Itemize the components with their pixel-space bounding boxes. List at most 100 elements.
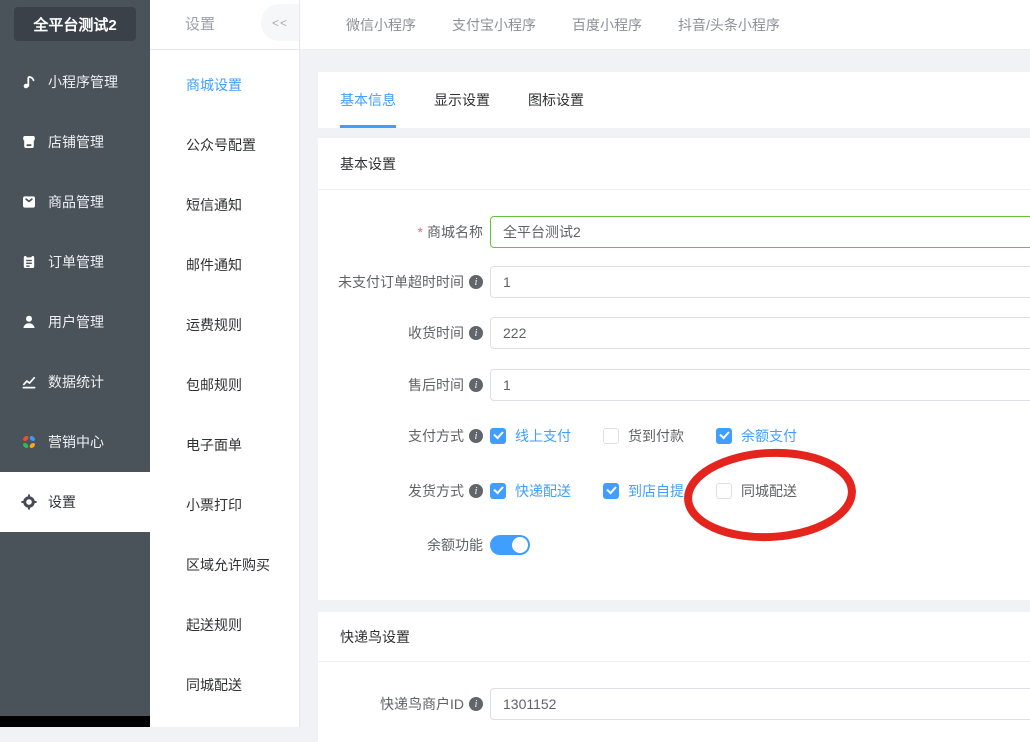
submenu-list: 商城设置 公众号配置 短信通知 邮件通知 运费规则 包邮规则 电子面单 小票打印… — [150, 55, 299, 715]
sidebar-item-label: 数据统计 — [48, 372, 104, 392]
submenu-item-min-order-rules[interactable]: 起送规则 — [150, 595, 299, 655]
submenu-item-email-notify[interactable]: 邮件通知 — [150, 235, 299, 295]
submenu-item-receipt-print[interactable]: 小票打印 — [150, 475, 299, 535]
sidebar-item-label: 设置 — [48, 492, 76, 512]
pay-method-label-wrap: 支付方式 i — [318, 426, 483, 446]
sidebar-item-label: 店铺管理 — [48, 132, 104, 152]
unpaid-timeout-input[interactable] — [490, 266, 1030, 298]
checkbox-online-pay[interactable]: 线上支付 — [490, 426, 571, 446]
sidebar-item-label: 订单管理 — [48, 252, 104, 272]
sidebar-bottom-strip — [0, 716, 150, 727]
delivery-method-row: 发货方式 i 快递配送 到店自提 同城配送 — [318, 475, 1030, 507]
pay-method-label: 支付方式 — [408, 426, 464, 446]
mall-name-label-wrap: 商城名称 — [318, 222, 483, 242]
mall-name-row: 商城名称 — [318, 216, 1030, 248]
submenu-item-official-account-config[interactable]: 公众号配置 — [150, 115, 299, 175]
basic-settings-card: 基本设置 商城名称 未支付订单超时时间 i 收货时间 i 售后时间 i — [318, 138, 1030, 600]
balance-feature-toggle-on[interactable] — [490, 535, 530, 555]
unpaid-timeout-label-wrap: 未支付订单超时时间 i — [318, 272, 483, 292]
checkbox-balance-pay[interactable]: 余额支付 — [716, 426, 797, 446]
submenu-item-mall-settings[interactable]: 商城设置 — [150, 55, 299, 115]
kdniao-merchant-id-label-wrap: 快递鸟商户ID i — [318, 694, 483, 714]
sidebar-item-marketing[interactable]: 营销中心 — [0, 412, 150, 472]
section-title-kdniao: 快递鸟设置 — [318, 612, 1030, 662]
checkbox-cod-pay[interactable]: 货到付款 — [603, 426, 684, 446]
main-menu: 小程序管理 店铺管理 商品管理 订单管理 用户管理 — [0, 52, 150, 532]
mall-name-input[interactable] — [490, 216, 1030, 248]
balance-feature-row: 余额功能 — [318, 529, 1030, 561]
checkbox-checked-icon — [716, 428, 732, 444]
kdniao-settings-card: 快递鸟设置 快递鸟商户ID i — [318, 612, 1030, 742]
kdniao-merchant-id-input[interactable] — [490, 688, 1030, 720]
sidebar-item-miniprogram[interactable]: 小程序管理 — [0, 52, 150, 112]
checkbox-express-delivery[interactable]: 快递配送 — [490, 481, 571, 501]
submenu-item-shipping-fee-rules[interactable]: 运费规则 — [150, 295, 299, 355]
checkbox-checked-icon — [490, 428, 506, 444]
sidebar-item-settings[interactable]: 设置 — [0, 472, 150, 532]
balance-feature-label-wrap: 余额功能 — [318, 535, 483, 555]
receive-time-label-wrap: 收货时间 i — [318, 323, 483, 343]
mall-name-label: 商城名称 — [427, 222, 483, 242]
info-icon[interactable]: i — [469, 326, 483, 340]
tab-display-settings[interactable]: 显示设置 — [434, 72, 490, 128]
platform-tabs-bar: 微信小程序 支付宝小程序 百度小程序 抖音/头条小程序 — [300, 0, 1030, 50]
delivery-method-label-wrap: 发货方式 i — [318, 481, 483, 501]
receive-time-input[interactable] — [490, 317, 1030, 349]
aftersale-time-label-wrap: 售后时间 i — [318, 375, 483, 395]
submenu-item-city-delivery[interactable]: 同城配送 — [150, 655, 299, 715]
sidebar-item-users[interactable]: 用户管理 — [0, 292, 150, 352]
info-icon[interactable]: i — [469, 484, 483, 498]
checkbox-unchecked-icon — [603, 428, 619, 444]
submenu-item-region-purchase[interactable]: 区域允许购买 — [150, 535, 299, 595]
info-icon[interactable]: i — [469, 697, 483, 711]
sidebar-item-label: 商品管理 — [48, 192, 104, 212]
info-icon[interactable]: i — [469, 429, 483, 443]
sidebar-item-goods[interactable]: 商品管理 — [0, 172, 150, 232]
checkbox-store-pickup[interactable]: 到店自提 — [603, 481, 684, 501]
miniprogram-icon — [21, 74, 37, 90]
delivery-method-label: 发货方式 — [408, 481, 464, 501]
tab-basic-info[interactable]: 基本信息 — [340, 72, 396, 128]
checkbox-checked-icon — [490, 483, 506, 499]
receive-time-label: 收货时间 — [408, 323, 464, 343]
sidebar-item-orders[interactable]: 订单管理 — [0, 232, 150, 292]
submenu-item-sms-notify[interactable]: 短信通知 — [150, 175, 299, 235]
balance-feature-label: 余额功能 — [427, 535, 483, 555]
gear-icon — [21, 494, 37, 510]
shop-icon — [21, 134, 37, 150]
collapse-sidebar-button[interactable]: << — [261, 4, 299, 41]
tab-alipay-miniprogram[interactable]: 支付宝小程序 — [452, 15, 536, 35]
tab-icon-settings[interactable]: 图标设置 — [528, 72, 584, 128]
submenu-item-free-shipping-rules[interactable]: 包邮规则 — [150, 355, 299, 415]
settings-submenu-sidebar: 设置 << 商城设置 公众号配置 短信通知 邮件通知 运费规则 包邮规则 电子面… — [150, 0, 300, 727]
pay-method-row: 支付方式 i 线上支付 货到付款 余额支付 — [318, 420, 1030, 452]
info-icon[interactable]: i — [469, 275, 483, 289]
section-title-basic: 基本设置 — [318, 138, 1030, 190]
aftersale-time-row: 售后时间 i — [318, 369, 1030, 401]
tab-wechat-miniprogram[interactable]: 微信小程序 — [346, 15, 416, 35]
unpaid-timeout-label: 未支付订单超时时间 — [338, 272, 464, 292]
content-tabs-card: 基本信息 显示设置 图标设置 — [318, 72, 1030, 128]
checkbox-checked-icon — [603, 483, 619, 499]
user-icon — [21, 314, 37, 330]
unpaid-timeout-row: 未支付订单超时时间 i — [318, 266, 1030, 298]
sidebar-item-statistics[interactable]: 数据统计 — [0, 352, 150, 412]
app-logo: 全平台测试2 — [14, 7, 136, 41]
sidebar-item-label: 用户管理 — [48, 312, 104, 332]
sidebar-item-label: 营销中心 — [48, 432, 104, 452]
info-icon[interactable]: i — [469, 378, 483, 392]
marketing-pinwheel-icon — [21, 434, 37, 450]
aftersale-time-label: 售后时间 — [408, 375, 464, 395]
tab-douyin-toutiao-miniprogram[interactable]: 抖音/头条小程序 — [678, 15, 780, 35]
main-sidebar: 全平台测试2 小程序管理 店铺管理 商品管理 订单管理 — [0, 0, 150, 716]
aftersale-time-input[interactable] — [490, 369, 1030, 401]
order-icon — [21, 254, 37, 270]
submenu-header: 设置 << — [150, 0, 299, 50]
sidebar-item-shop[interactable]: 店铺管理 — [0, 112, 150, 172]
required-asterisk — [418, 224, 423, 240]
checkbox-unchecked-icon — [716, 483, 732, 499]
tab-baidu-miniprogram[interactable]: 百度小程序 — [572, 15, 642, 35]
checkbox-city-delivery[interactable]: 同城配送 — [716, 481, 797, 501]
submenu-item-e-waybill[interactable]: 电子面单 — [150, 415, 299, 475]
chart-icon — [21, 374, 37, 390]
